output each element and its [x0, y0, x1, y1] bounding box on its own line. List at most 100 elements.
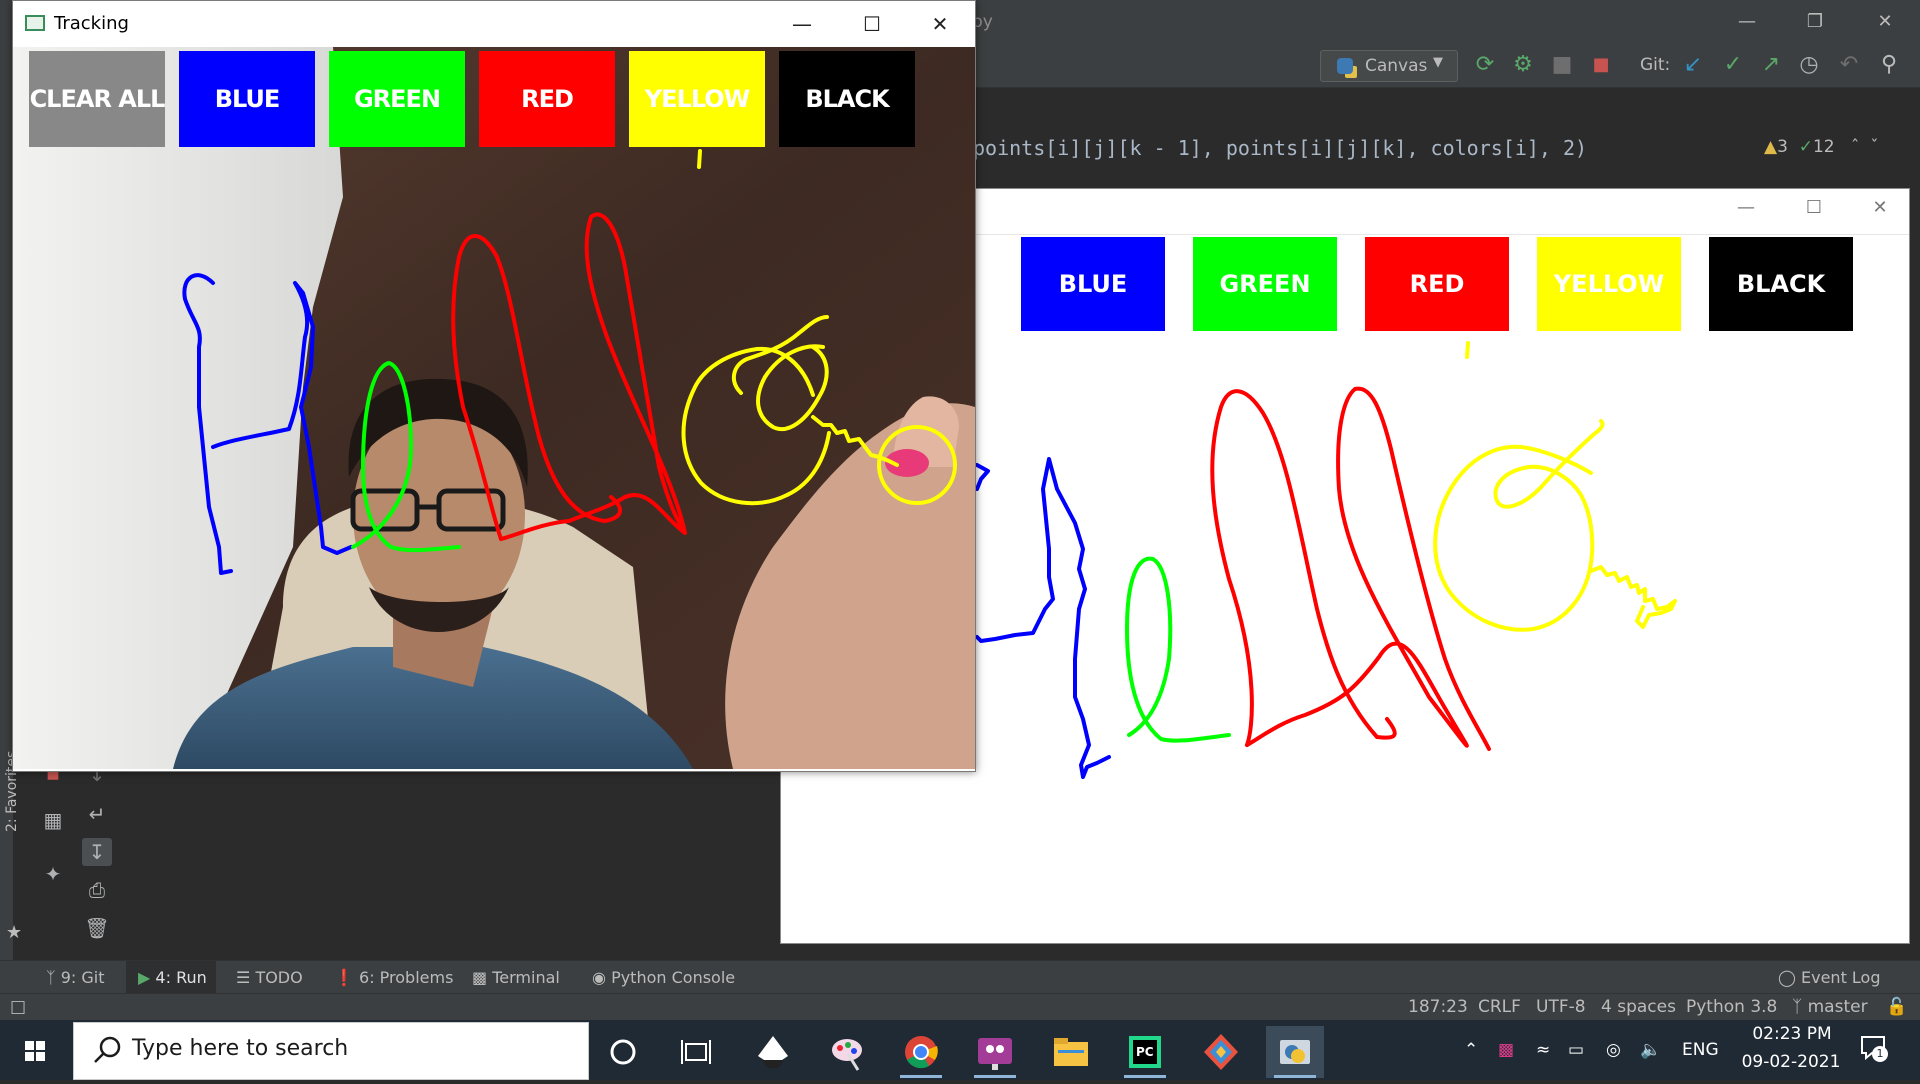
python-icon [1337, 58, 1353, 74]
ide-close-button[interactable]: ✕ [1862, 8, 1908, 36]
trash-icon[interactable]: 🗑 [82, 914, 112, 942]
stroke-blue-h [975, 457, 1111, 779]
tracking-minimize-button[interactable]: — [779, 9, 825, 39]
coverage-icon[interactable]: ■ [1549, 52, 1575, 78]
canvas-minimize-button[interactable]: — [1723, 197, 1769, 225]
chevron-up-icon[interactable]: ˆ [1851, 137, 1860, 157]
lock-icon[interactable]: 🔓 [1886, 997, 1907, 1017]
tracking-black-button[interactable]: BLACK [779, 51, 915, 147]
clock-time[interactable]: 02:23 PM [1744, 1024, 1840, 1044]
paint-icon[interactable] [818, 1026, 876, 1078]
tab-run-label: 4: Run [155, 968, 207, 987]
branch-icon: ᛉ [1792, 997, 1803, 1017]
pin-icon[interactable]: ✦ [38, 860, 68, 888]
tab-todo[interactable]: ☰ TODO [236, 968, 303, 987]
layout-icon[interactable]: ▦ [38, 806, 68, 834]
canvas-green-button[interactable]: GREEN [1193, 237, 1337, 331]
tracking-red-button[interactable]: RED [479, 51, 615, 147]
file-encoding[interactable]: UTF-8 [1536, 997, 1586, 1017]
search-icon[interactable]: ⚲ [1876, 52, 1902, 78]
caret-position[interactable]: 187:23 [1408, 997, 1468, 1017]
stroke-yellow-dot [1465, 341, 1470, 359]
stroke-red-l1 [1210, 389, 1397, 747]
tab-event-log[interactable]: ◯ Event Log [1778, 968, 1881, 987]
tracking-close-button[interactable]: ✕ [917, 9, 963, 39]
wifi-icon[interactable]: ≈ [1536, 1040, 1550, 1060]
task-view-icon[interactable] [668, 1026, 726, 1078]
history-icon[interactable]: ◷ [1796, 52, 1822, 78]
interpreter[interactable]: Python 3.8 [1686, 997, 1777, 1017]
chrome-icon[interactable] [892, 1026, 950, 1078]
warning-icon: ▲ [1764, 137, 1778, 157]
terminal-icon: ▩ [472, 968, 488, 987]
stroke-yellow-tail [1589, 565, 1677, 629]
git-branch-label: master [1807, 997, 1868, 1017]
search-placeholder[interactable]: Type here to search [132, 1036, 348, 1061]
tab-event-log-label: Event Log [1801, 968, 1881, 987]
tab-problems[interactable]: ❗ 6: Problems [334, 968, 453, 987]
volume-icon[interactable]: 🔈 [1640, 1040, 1661, 1060]
pycharm-icon[interactable]: PC [1116, 1026, 1174, 1078]
chevron-down-icon[interactable]: ˇ [1870, 137, 1879, 157]
tab-todo-label: TODO [255, 968, 303, 987]
canvas-yellow-button[interactable]: YELLOW [1537, 237, 1681, 331]
print-icon[interactable]: ⎙ [82, 876, 112, 904]
notification-center-icon[interactable]: 1 [1858, 1032, 1888, 1062]
tracking-maximize-button[interactable]: ☐ [849, 9, 895, 39]
git-branch[interactable]: ᛉ master [1792, 997, 1868, 1017]
tab-git[interactable]: ᛉ 9: Git [46, 968, 104, 987]
run-config-select[interactable]: Canvas ▼ [1320, 50, 1458, 82]
canvas-close-button[interactable]: ✕ [1857, 197, 1903, 225]
svg-text:PC: PC [1136, 1045, 1154, 1059]
tracking-title: Tracking [54, 13, 129, 34]
window-icon [25, 15, 45, 31]
tab-git-label: 9: Git [60, 968, 105, 987]
debug-icon[interactable]: ⚙ [1510, 52, 1536, 78]
clock-date[interactable]: 09-02-2021 [1736, 1052, 1846, 1072]
list-icon: ☰ [236, 968, 251, 987]
soft-wrap-icon[interactable]: ↵ [82, 800, 112, 828]
python-app-icon[interactable] [1266, 1026, 1324, 1078]
tracking-clear-all-button[interactable]: CLEAR ALL [29, 51, 165, 147]
event-log-icon: ◯ [1778, 968, 1796, 987]
play-icon: ▶ [138, 968, 151, 987]
tab-terminal[interactable]: ▩ Terminal [472, 968, 560, 987]
tracking-blue-button[interactable]: BLUE [179, 51, 315, 147]
tracking-yellow-button[interactable]: YELLOW [629, 51, 765, 147]
canvas-black-button[interactable]: BLACK [1709, 237, 1853, 331]
tracking-green-button[interactable]: GREEN [329, 51, 465, 147]
ide-restore-button[interactable]: ❐ [1792, 8, 1838, 36]
rerun-icon[interactable]: ⟳ [1472, 52, 1498, 78]
tab-run[interactable]: ▶ 4: Run [138, 968, 207, 987]
git-update-icon[interactable]: ↙ [1680, 52, 1706, 78]
stroke-green-e [1125, 556, 1231, 743]
battery-icon[interactable]: ▭ [1568, 1040, 1584, 1060]
tray-overflow-icon[interactable]: ⌃ [1464, 1040, 1478, 1060]
tracking-window[interactable]: Tracking — ☐ ✕ CLEAR ALL BLUE GREEN RED … [12, 0, 976, 772]
meeting-app-icon[interactable] [966, 1026, 1024, 1078]
run-toolbar-left: ■ ▦ ✦ [38, 760, 72, 950]
language-indicator[interactable]: ENG [1682, 1040, 1719, 1060]
tab-python-console[interactable]: ◉ Python Console [592, 968, 735, 987]
rollback-icon[interactable]: ↶ [1836, 52, 1862, 78]
stroke-yellow-o [1433, 419, 1605, 632]
canvas-blue-button[interactable]: BLUE [1021, 237, 1165, 331]
file-explorer-icon[interactable] [1042, 1026, 1100, 1078]
canvas-maximize-button[interactable]: ☐ [1791, 197, 1837, 225]
cortana-icon[interactable] [594, 1026, 652, 1078]
inkscape-icon[interactable] [744, 1026, 802, 1078]
inspection-widget[interactable]: ▲3 ✓12 ˆ ˇ [1764, 137, 1879, 157]
canvas-red-button[interactable]: RED [1365, 237, 1509, 331]
panel-toggle-icon[interactable]: □ [10, 997, 26, 1017]
microphone-icon[interactable]: ◎ [1606, 1040, 1621, 1060]
git-push-icon[interactable]: ↗ [1758, 52, 1784, 78]
sourcetree-icon[interactable] [1192, 1026, 1250, 1078]
tray-app-icon[interactable]: ▩ [1498, 1040, 1514, 1060]
start-button[interactable] [0, 1020, 70, 1080]
line-separator[interactable]: CRLF [1478, 997, 1521, 1017]
indent-setting[interactable]: 4 spaces [1601, 997, 1676, 1017]
ide-minimize-button[interactable]: — [1724, 8, 1770, 36]
git-commit-icon[interactable]: ✓ [1720, 52, 1746, 78]
scroll-to-end-icon[interactable]: ↧ [82, 838, 112, 866]
stop-icon[interactable]: ■ [1588, 52, 1614, 78]
